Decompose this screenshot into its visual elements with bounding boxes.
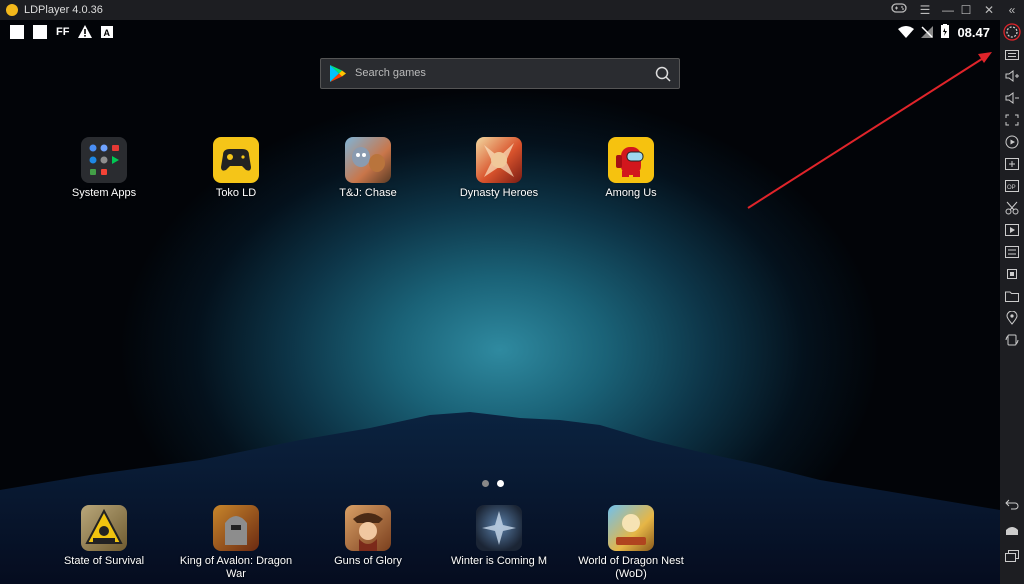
settings-icon[interactable] bbox=[1002, 23, 1022, 41]
screenshot-icon[interactable] bbox=[1002, 113, 1022, 131]
menu-button[interactable]: ☰ bbox=[916, 2, 934, 18]
home-icon[interactable] bbox=[1002, 523, 1022, 541]
maximize-button[interactable]: ☐ bbox=[957, 2, 975, 18]
svg-text:OP: OP bbox=[1007, 185, 1016, 191]
back-icon[interactable] bbox=[1002, 497, 1022, 515]
annotation-arrow bbox=[747, 52, 992, 209]
volume-up-icon[interactable] bbox=[1002, 69, 1022, 87]
collapse-sidebar-button[interactable]: « bbox=[1003, 2, 1021, 18]
add-apk-icon[interactable] bbox=[1002, 157, 1022, 175]
gamepad-icon[interactable] bbox=[890, 2, 908, 18]
close-button[interactable]: ✕ bbox=[980, 2, 998, 18]
rotate-icon[interactable] bbox=[1002, 333, 1022, 351]
ldplayer-logo-icon bbox=[6, 4, 18, 16]
minimize-button[interactable]: — bbox=[939, 2, 957, 18]
macro-icon[interactable]: OP bbox=[1002, 179, 1022, 197]
title-bar: LDPlayer 4.0.36 ☰ — ☐ ✕ « bbox=[0, 0, 1024, 20]
location-icon[interactable] bbox=[1002, 310, 1022, 329]
cpu-icon[interactable] bbox=[1002, 267, 1022, 285]
right-toolbar: OP bbox=[1000, 20, 1024, 584]
video-icon[interactable] bbox=[1002, 223, 1022, 241]
cut-icon[interactable] bbox=[1002, 201, 1022, 219]
keyboard-icon[interactable] bbox=[1002, 47, 1022, 65]
recents-icon[interactable] bbox=[1002, 549, 1022, 567]
sync-icon[interactable] bbox=[1002, 245, 1022, 263]
volume-down-icon[interactable] bbox=[1002, 91, 1022, 109]
record-icon[interactable] bbox=[1002, 135, 1022, 153]
window-title: LDPlayer 4.0.36 bbox=[24, 4, 103, 16]
folder-icon[interactable] bbox=[1002, 289, 1022, 307]
emulator-screen: FF A 08.47 Search games System Apps Toko… bbox=[0, 20, 1000, 584]
